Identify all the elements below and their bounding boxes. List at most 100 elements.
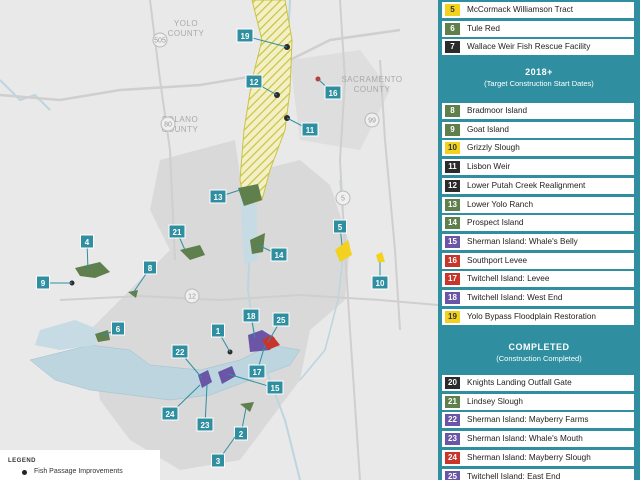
project-number-badge: 7 (445, 41, 460, 54)
black-dot-icon (22, 470, 27, 475)
project-number-badge: 16 (445, 254, 460, 267)
map-area[interactable]: YOLO COUNTY SACRAMENTO COUNTY SOLANO COU… (0, 0, 438, 480)
highway-number: 99 (368, 118, 376, 125)
project-name: Lower Yolo Ranch (467, 199, 534, 209)
project-name: Southport Levee (467, 255, 528, 265)
legend-title: LEGEND (8, 458, 37, 464)
project-number-badge: 18 (445, 292, 460, 304)
project-number-badge: 25 (445, 470, 460, 480)
marker-label: 12 (250, 78, 259, 87)
project-name: Yolo Bypass Floodplain Restoration (467, 311, 596, 321)
county-label-yolo: YOLO (174, 19, 198, 28)
marker-label: 24 (166, 410, 175, 419)
marker-label: 21 (173, 228, 182, 237)
project-name: Lisbon Weir (467, 162, 511, 172)
project-number-badge: 13 (445, 198, 460, 211)
top-row-6[interactable]: 6 Tule Red (442, 20, 634, 37)
project-name: Sherman Island: Mayberry Farms (467, 415, 589, 425)
target-2018-row-12[interactable]: 12 Lower Putah Creek Realignment (442, 177, 634, 194)
marker-label: 15 (271, 384, 280, 393)
project-name: Twitchell Island: West End (467, 293, 563, 302)
highway-shield-5: 5 (335, 190, 351, 206)
project-name: Knights Landing Outfall Gate (467, 378, 572, 387)
marker-label: 1 (216, 327, 221, 336)
county-label-sacramento: SACRAMENTO (341, 75, 402, 84)
project-number-badge: 9 (445, 123, 460, 136)
target-2018-row-14[interactable]: 14 Prospect Island (442, 215, 634, 232)
project-list-panel: 5 McCormack Williamson Tract 6 Tule Red 7 Wal… (438, 0, 640, 480)
marker-label: 23 (201, 421, 210, 430)
top-row-7[interactable]: 7 Wallace Weir Fish Rescue Facility (442, 39, 634, 56)
highway-shield-99: 99 (364, 112, 380, 128)
target-2018-row-8[interactable]: 8 Bradmoor Island (442, 103, 634, 119)
marker-label: 6 (116, 325, 121, 334)
marker-label: 3 (216, 457, 221, 466)
marker-label: 11 (306, 126, 315, 135)
marker-label: 4 (85, 238, 90, 247)
marker-label: 17 (253, 368, 262, 377)
target-2018-row-13[interactable]: 13 Lower Yolo Ranch (442, 196, 634, 213)
marker-label: 18 (247, 312, 256, 321)
completed-row-24[interactable]: 24 Sherman Island: Mayberry Slough (442, 449, 634, 466)
legend-item-fish-passage: Fish Passage Improvements (34, 468, 123, 475)
completed-row-20[interactable]: 20 Knights Landing Outfall Gate (442, 375, 634, 391)
project-name: Sherman Island: Mayberry Slough (467, 452, 591, 462)
target-2018-row-19[interactable]: 19 Yolo Bypass Floodplain Restoration (442, 308, 634, 325)
highway-shield-505: 505 (152, 32, 168, 48)
completed-row-23[interactable]: 23 Sherman Island: Whale's Mouth (442, 431, 634, 448)
target-2018-row-16[interactable]: 16 Southport Levee (442, 252, 634, 269)
project-number-badge: 20 (445, 377, 460, 389)
completed-row-22[interactable]: 22 Sherman Island: Mayberry Farms (442, 412, 634, 429)
marker-label: 10 (376, 279, 385, 288)
project-name: Wallace Weir Fish Rescue Facility (467, 42, 591, 52)
project-number-badge: 17 (445, 273, 460, 286)
marker-label: 22 (176, 348, 185, 357)
target-2018-row-10[interactable]: 10 Grizzly Slough (442, 140, 634, 157)
target-2018-row-9[interactable]: 9 Goat Island (442, 121, 634, 138)
project-number-badge: 12 (445, 179, 460, 192)
project-number-badge: 23 (445, 433, 460, 446)
project-name: McCormack Williamson Tract (467, 5, 573, 14)
project-number-badge: 14 (445, 217, 460, 230)
county-label-yolo-sub: COUNTY (168, 29, 205, 38)
completed-row-25[interactable]: 25 Twitchell Island: East End (442, 468, 634, 480)
target-2018-row-11[interactable]: 11 Lisbon Weir (442, 159, 634, 176)
section-2018-subtitle: (Target Construction Start Dates) (484, 79, 594, 88)
highway-number: 12 (188, 294, 196, 301)
completed-row-21[interactable]: 21 Lindsey Slough (442, 393, 634, 410)
project-name: Lower Putah Creek Realignment (467, 180, 586, 190)
marker-label: 16 (329, 89, 338, 98)
project-name: Sherman Island: Whale's Belly (467, 236, 578, 246)
target-2018-row-18[interactable]: 18 Twitchell Island: West End (442, 290, 634, 306)
project-name: Tule Red (467, 23, 500, 33)
marker-label: 13 (214, 193, 223, 202)
county-label-sacramento-sub: COUNTY (354, 85, 391, 94)
map-canvas: YOLO COUNTY SACRAMENTO COUNTY SOLANO COU… (0, 0, 438, 480)
target-2018-row-17[interactable]: 17 Twitchell Island: Levee (442, 271, 634, 288)
marker-label: 5 (338, 223, 343, 232)
section-completed-subtitle: (Construction Completed) (496, 354, 582, 363)
project-number-badge: 24 (445, 451, 460, 464)
project-number-badge: 5 (445, 4, 460, 16)
highway-number: 5 (341, 196, 345, 203)
project-number-badge: 8 (445, 105, 460, 117)
section-completed: COMPLETED (Construction Completed) (438, 342, 640, 363)
project-number-badge: 15 (445, 235, 460, 248)
project-number-badge: 11 (445, 161, 460, 174)
marker-label: 8 (148, 264, 153, 273)
target-2018-row-15[interactable]: 15 Sherman Island: Whale's Belly (442, 233, 634, 250)
section-2018-title: 2018+ (525, 67, 553, 77)
section-2018: 2018+ (Target Construction Start Dates) (438, 67, 640, 88)
project-name: Goat Island (467, 124, 509, 134)
highway-number: 80 (164, 122, 172, 129)
project-name: Grizzly Slough (467, 143, 520, 153)
project-name: Twitchell Island: Levee (467, 274, 550, 284)
highway-number: 505 (154, 38, 166, 45)
project-number-badge: 19 (445, 310, 460, 323)
highway-shield-80: 80 (160, 116, 176, 132)
top-row-5[interactable]: 5 McCormack Williamson Tract (442, 2, 634, 18)
project-number-badge: 21 (445, 395, 460, 408)
section-completed-title: COMPLETED (508, 342, 570, 352)
project-name: Bradmoor Island (467, 106, 528, 115)
highway-shield-12: 12 (184, 288, 200, 304)
